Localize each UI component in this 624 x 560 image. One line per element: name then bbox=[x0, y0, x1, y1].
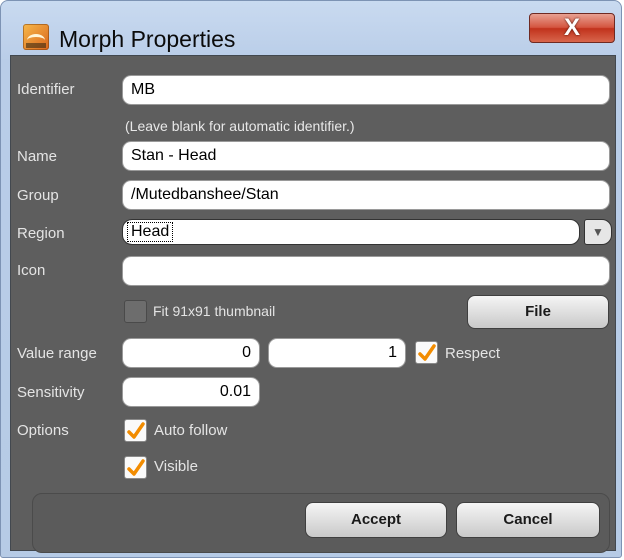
group-input[interactable]: /Mutedbanshee/Stan bbox=[122, 180, 610, 210]
visible-label: Visible bbox=[154, 458, 198, 475]
title-bar[interactable]: Morph Properties X bbox=[1, 1, 621, 53]
value-range-label: Value range bbox=[17, 345, 97, 362]
icon-input[interactable] bbox=[122, 256, 610, 286]
value-range-min-input[interactable]: 0 bbox=[122, 338, 260, 368]
icon-label: Icon bbox=[17, 262, 46, 279]
auto-follow-label: Auto follow bbox=[154, 422, 228, 439]
fit-thumbnail-label: Fit 91x91 thumbnail bbox=[153, 303, 276, 319]
name-label: Name bbox=[17, 148, 58, 165]
region-label: Region bbox=[17, 225, 65, 242]
accept-button[interactable]: Accept bbox=[305, 502, 447, 538]
identifier-hint: (Leave blank for automatic identifier.) bbox=[125, 118, 355, 134]
checkmark-icon bbox=[127, 422, 145, 439]
file-button[interactable]: File bbox=[467, 295, 609, 329]
respect-label: Respect bbox=[445, 345, 501, 362]
close-button[interactable]: X bbox=[529, 13, 615, 43]
checkmark-icon bbox=[127, 459, 145, 476]
region-select-value-box[interactable]: Head bbox=[122, 219, 580, 245]
window-title: Morph Properties bbox=[59, 26, 236, 52]
group-label: Group bbox=[17, 187, 59, 204]
dropdown-arrow-icon[interactable]: ▼ bbox=[584, 219, 612, 245]
checkmark-icon bbox=[418, 344, 436, 361]
value-range-max-input[interactable]: 1 bbox=[268, 338, 406, 368]
morph-properties-window: Morph Properties X Identifier MB (Leave … bbox=[0, 0, 622, 558]
visible-checkbox[interactable] bbox=[124, 456, 147, 479]
options-label: Options bbox=[17, 422, 69, 439]
sensitivity-label: Sensitivity bbox=[17, 384, 85, 401]
sensitivity-input[interactable]: 0.01 bbox=[122, 377, 260, 407]
name-input[interactable]: Stan - Head bbox=[122, 141, 610, 171]
identifier-input[interactable]: MB bbox=[122, 75, 610, 105]
fit-thumbnail-checkbox[interactable] bbox=[124, 300, 147, 323]
auto-follow-checkbox[interactable] bbox=[124, 419, 147, 442]
cancel-button[interactable]: Cancel bbox=[456, 502, 600, 538]
close-icon: X bbox=[563, 14, 580, 41]
region-select-value: Head bbox=[127, 222, 174, 242]
respect-checkbox[interactable] bbox=[415, 341, 438, 364]
identifier-label: Identifier bbox=[17, 81, 75, 98]
region-select[interactable]: Head ▼ bbox=[122, 219, 612, 245]
app-icon bbox=[23, 24, 49, 50]
